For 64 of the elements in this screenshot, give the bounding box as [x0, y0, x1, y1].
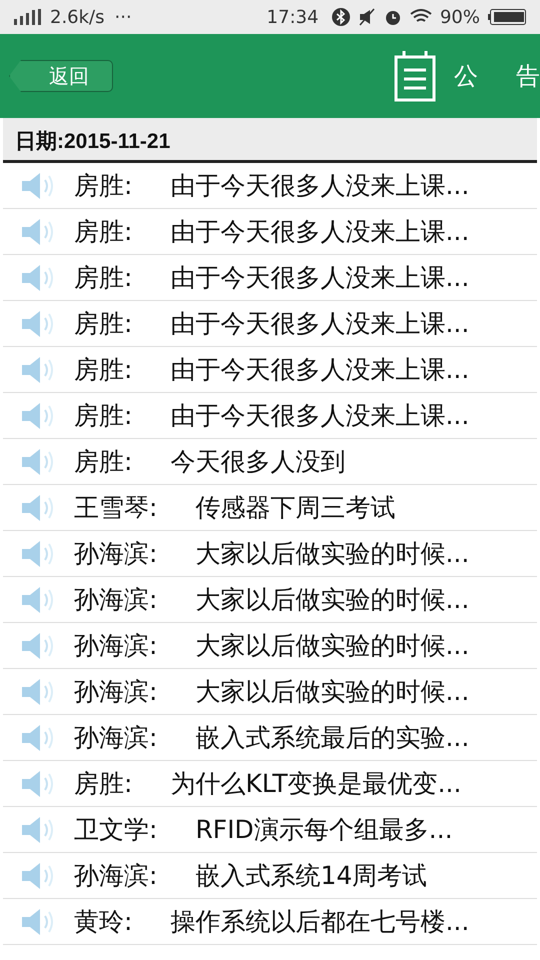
sender-name: 黄玲: [74, 906, 132, 938]
sender-name: 孙海滨: [74, 676, 158, 708]
sender-name: 王雪琴: [74, 492, 158, 524]
notice-text: 由于今天很多人没来上课... [170, 400, 470, 432]
notice-text: 由于今天很多人没来上课... [170, 216, 470, 248]
notice-text: 操作系统以后都在七号楼... [170, 906, 470, 938]
clock-time: 17:34 [266, 6, 319, 30]
notice-row[interactable]: 房胜: 由于今天很多人没来上课... [3, 393, 537, 439]
notice-row[interactable]: 王雪琴: 传感器下周三考试 [3, 485, 537, 531]
sender-name: 房胜: [74, 768, 132, 800]
notice-text: 今天很多人没到 [170, 446, 346, 478]
page-title: 告 [516, 61, 540, 92]
notice-text: 传感器下周三考试 [195, 492, 396, 524]
more-indicator: ··· [114, 6, 132, 30]
notice-row[interactable]: 房胜: 由于今天很多人没来上课... [3, 209, 537, 255]
notice-text: 为什么KLT变换是最优变... [170, 768, 462, 800]
notice-row[interactable]: 黄玲: 操作系统以后都在七号楼... [3, 899, 537, 945]
notice-row[interactable]: 房胜: 今天很多人没到 [3, 439, 537, 485]
sender-name: 房胜: [74, 400, 132, 432]
notice-text: 大家以后做实验的时候... [195, 676, 470, 708]
sender-name: 房胜: [74, 354, 132, 386]
sender-name: 孙海滨: [74, 722, 158, 754]
notice-row[interactable]: 卫文学: RFID演示每个组最多... [3, 807, 537, 853]
notice-text: 嵌入式系统最后的实验... [195, 722, 470, 754]
date-label: 日期:2015-11-21 [15, 128, 170, 154]
notice-text: 大家以后做实验的时候... [195, 538, 470, 570]
notice-row[interactable]: 房胜: 由于今天很多人没来上课... [3, 301, 537, 347]
signal-icon [14, 9, 42, 25]
sender-name: 孙海滨: [74, 538, 158, 570]
alarm-icon [384, 8, 402, 26]
mute-icon [358, 8, 376, 26]
notice-row[interactable]: 房胜: 为什么KLT变换是最优变... [3, 761, 537, 807]
notice-text: 嵌入式系统14周考试 [195, 860, 428, 892]
notice-row[interactable]: 孙海滨: 大家以后做实验的时候... [3, 623, 537, 669]
notice-text: 由于今天很多人没来上课... [170, 170, 470, 202]
network-speed: 2.6k/s [50, 6, 104, 30]
notice-row[interactable]: 孙海滨: 大家以后做实验的时候... [3, 669, 537, 715]
sender-name: 房胜: [74, 216, 132, 248]
sender-name: 房胜: [74, 170, 132, 202]
notice-row[interactable]: 孙海滨: 大家以后做实验的时候... [3, 577, 537, 623]
sender-name: 房胜: [74, 262, 132, 294]
notepad-icon [392, 50, 438, 102]
notice-text: RFID演示每个组最多... [195, 814, 453, 846]
notice-text: 由于今天很多人没来上课... [170, 354, 470, 386]
notice-row[interactable]: 房胜: 由于今天很多人没来上课... [3, 255, 537, 301]
bluetooth-icon [332, 8, 350, 26]
sender-name: 房胜: [74, 446, 132, 478]
sender-name: 房胜: [74, 308, 132, 340]
notice-row[interactable]: 孙海滨: 大家以后做实验的时候... [3, 531, 537, 577]
sender-name: 孙海滨: [74, 584, 158, 616]
notice-row[interactable]: 房胜: 由于今天很多人没来上课... [3, 347, 537, 393]
page-title: 公 [454, 61, 479, 92]
notice-row[interactable]: 孙海滨: 嵌入式系统最后的实验... [3, 715, 537, 761]
notice-text: 大家以后做实验的时候... [195, 584, 470, 616]
notice-row[interactable]: 孙海滨: 嵌入式系统14周考试 [3, 853, 537, 899]
sender-name: 孙海滨: [74, 860, 158, 892]
sender-name: 孙海滨: [74, 630, 158, 662]
battery-icon [488, 9, 526, 25]
notice-row[interactable]: 房胜: 由于今天很多人没来上课... [3, 163, 537, 209]
notice-text: 大家以后做实验的时候... [195, 630, 470, 662]
battery-percent: 90% [440, 6, 480, 30]
notice-text: 由于今天很多人没来上课... [170, 262, 470, 294]
sender-name: 卫文学: [74, 814, 158, 846]
notice-text: 由于今天很多人没来上课... [170, 308, 470, 340]
